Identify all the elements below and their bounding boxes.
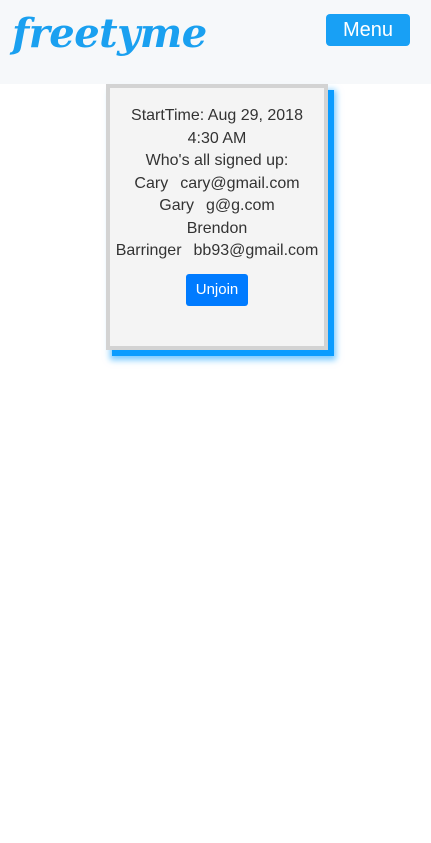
menu-button[interactable]: Menu [326,14,410,46]
event-card: StartTime: Aug 29, 2018 4:30 AM Who's al… [106,84,328,350]
participant-row: Gary g@g.com [110,195,324,218]
freetyme-logo[interactable]: freetyme [12,8,207,60]
participant-email: g@g.com [205,197,275,214]
start-time-date: StartTime: Aug 29, 2018 [131,107,303,124]
start-time-clock: 4:30 AM [187,129,247,147]
participant-email: cary@gmail.com [180,174,300,192]
participant-row: Cary cary@gmail.com [110,173,324,196]
participant-email: bb93@gmail.com [193,242,319,259]
participant-first-name: Brendon [186,219,248,237]
participant-row: Brendon [110,218,324,241]
signed-up-heading: Who's all signed up: [145,152,289,169]
participant-name: Gary [159,197,194,214]
participant-last-name: Barringer [115,242,182,259]
top-navbar: freetyme Menu [0,0,431,84]
unjoin-button[interactable]: Unjoin [185,273,249,306]
participant-name: Cary [134,174,169,192]
participant-row-continued: Barringer bb93@gmail.com [20,240,414,263]
